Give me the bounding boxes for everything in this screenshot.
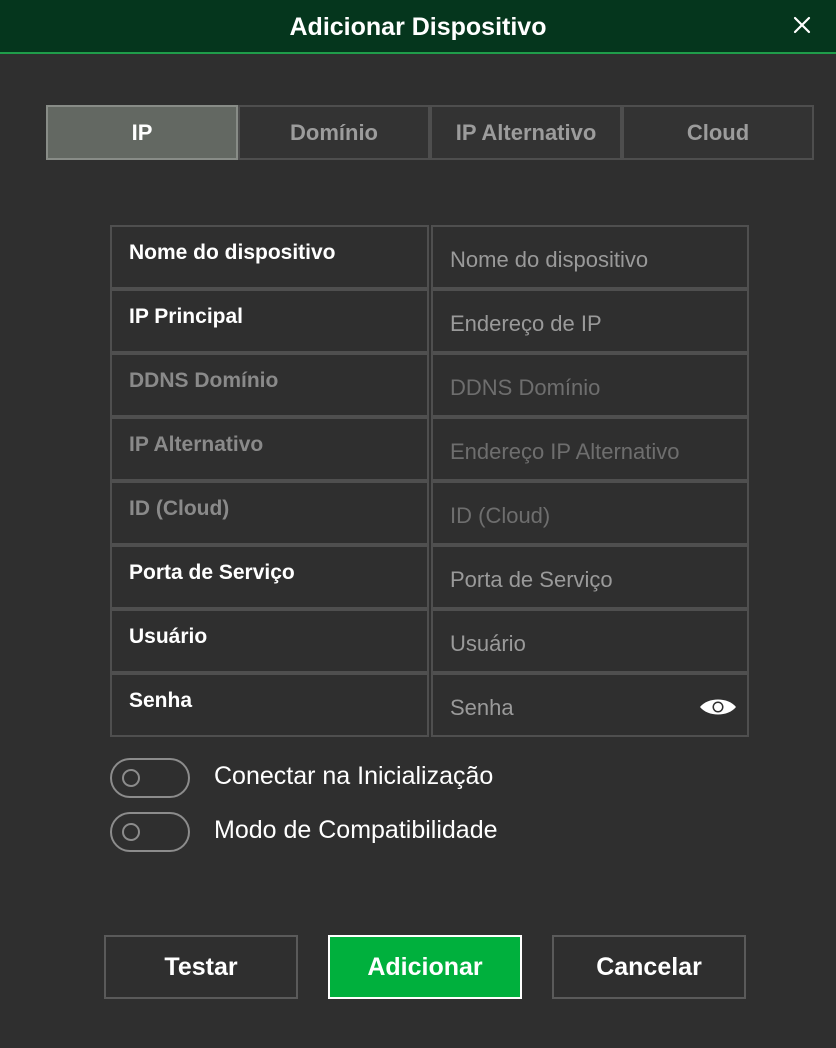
test-button[interactable]: Testar — [104, 935, 298, 999]
dialog-title: Adicionar Dispositivo — [289, 13, 547, 41]
alt-ip-label: IP Alternativo — [110, 417, 429, 481]
close-icon — [793, 16, 811, 34]
add-button[interactable]: Adicionar — [328, 935, 522, 999]
compatibility-mode-label: Modo de Compatibilidade — [214, 816, 498, 844]
cloud-id-label: ID (Cloud) — [110, 481, 429, 545]
ddns-domain-input — [431, 353, 749, 417]
password-label: Senha — [110, 673, 429, 737]
form-row-ddns-domain: DDNS Domínio — [110, 353, 749, 417]
connect-on-startup-row: Conectar na Inicialização — [110, 758, 710, 798]
tab-cloud[interactable]: Cloud — [622, 105, 814, 160]
close-button[interactable] — [786, 8, 818, 42]
service-port-label: Porta de Serviço — [110, 545, 429, 609]
form-row-main-ip: IP Principal — [110, 289, 749, 353]
username-label: Usuário — [110, 609, 429, 673]
cloud-id-input — [431, 481, 749, 545]
device-name-label: Nome do dispositivo — [110, 225, 429, 289]
connect-on-startup-toggle[interactable] — [110, 758, 190, 798]
tab-alternative-ip[interactable]: IP Alternativo — [430, 105, 622, 160]
compatibility-mode-row: Modo de Compatibilidade — [110, 812, 710, 852]
form-row-service-port: Porta de Serviço — [110, 545, 749, 609]
form-row-alt-ip: IP Alternativo — [110, 417, 749, 481]
main-ip-label: IP Principal — [110, 289, 429, 353]
main-ip-input[interactable] — [431, 289, 749, 353]
connection-type-tabs: IP Domínio IP Alternativo Cloud — [46, 105, 814, 160]
tab-domain[interactable]: Domínio — [238, 105, 430, 160]
eye-icon[interactable] — [699, 697, 737, 717]
device-name-input[interactable] — [431, 225, 749, 289]
toggle-knob — [122, 769, 140, 787]
ddns-domain-label: DDNS Domínio — [110, 353, 429, 417]
alt-ip-input — [431, 417, 749, 481]
form-row-device-name: Nome do dispositivo — [110, 225, 749, 289]
cancel-button[interactable]: Cancelar — [552, 935, 746, 999]
tab-ip[interactable]: IP — [46, 105, 238, 160]
toggle-knob — [122, 823, 140, 841]
form-row-username: Usuário — [110, 609, 749, 673]
compatibility-mode-toggle[interactable] — [110, 812, 190, 852]
form-row-password: Senha — [110, 673, 749, 737]
service-port-input[interactable] — [431, 545, 749, 609]
form-row-cloud-id: ID (Cloud) — [110, 481, 749, 545]
connect-on-startup-label: Conectar na Inicialização — [214, 762, 494, 790]
username-input[interactable] — [431, 609, 749, 673]
add-device-dialog: Adicionar Dispositivo IP Domínio IP Alte… — [0, 0, 836, 1048]
